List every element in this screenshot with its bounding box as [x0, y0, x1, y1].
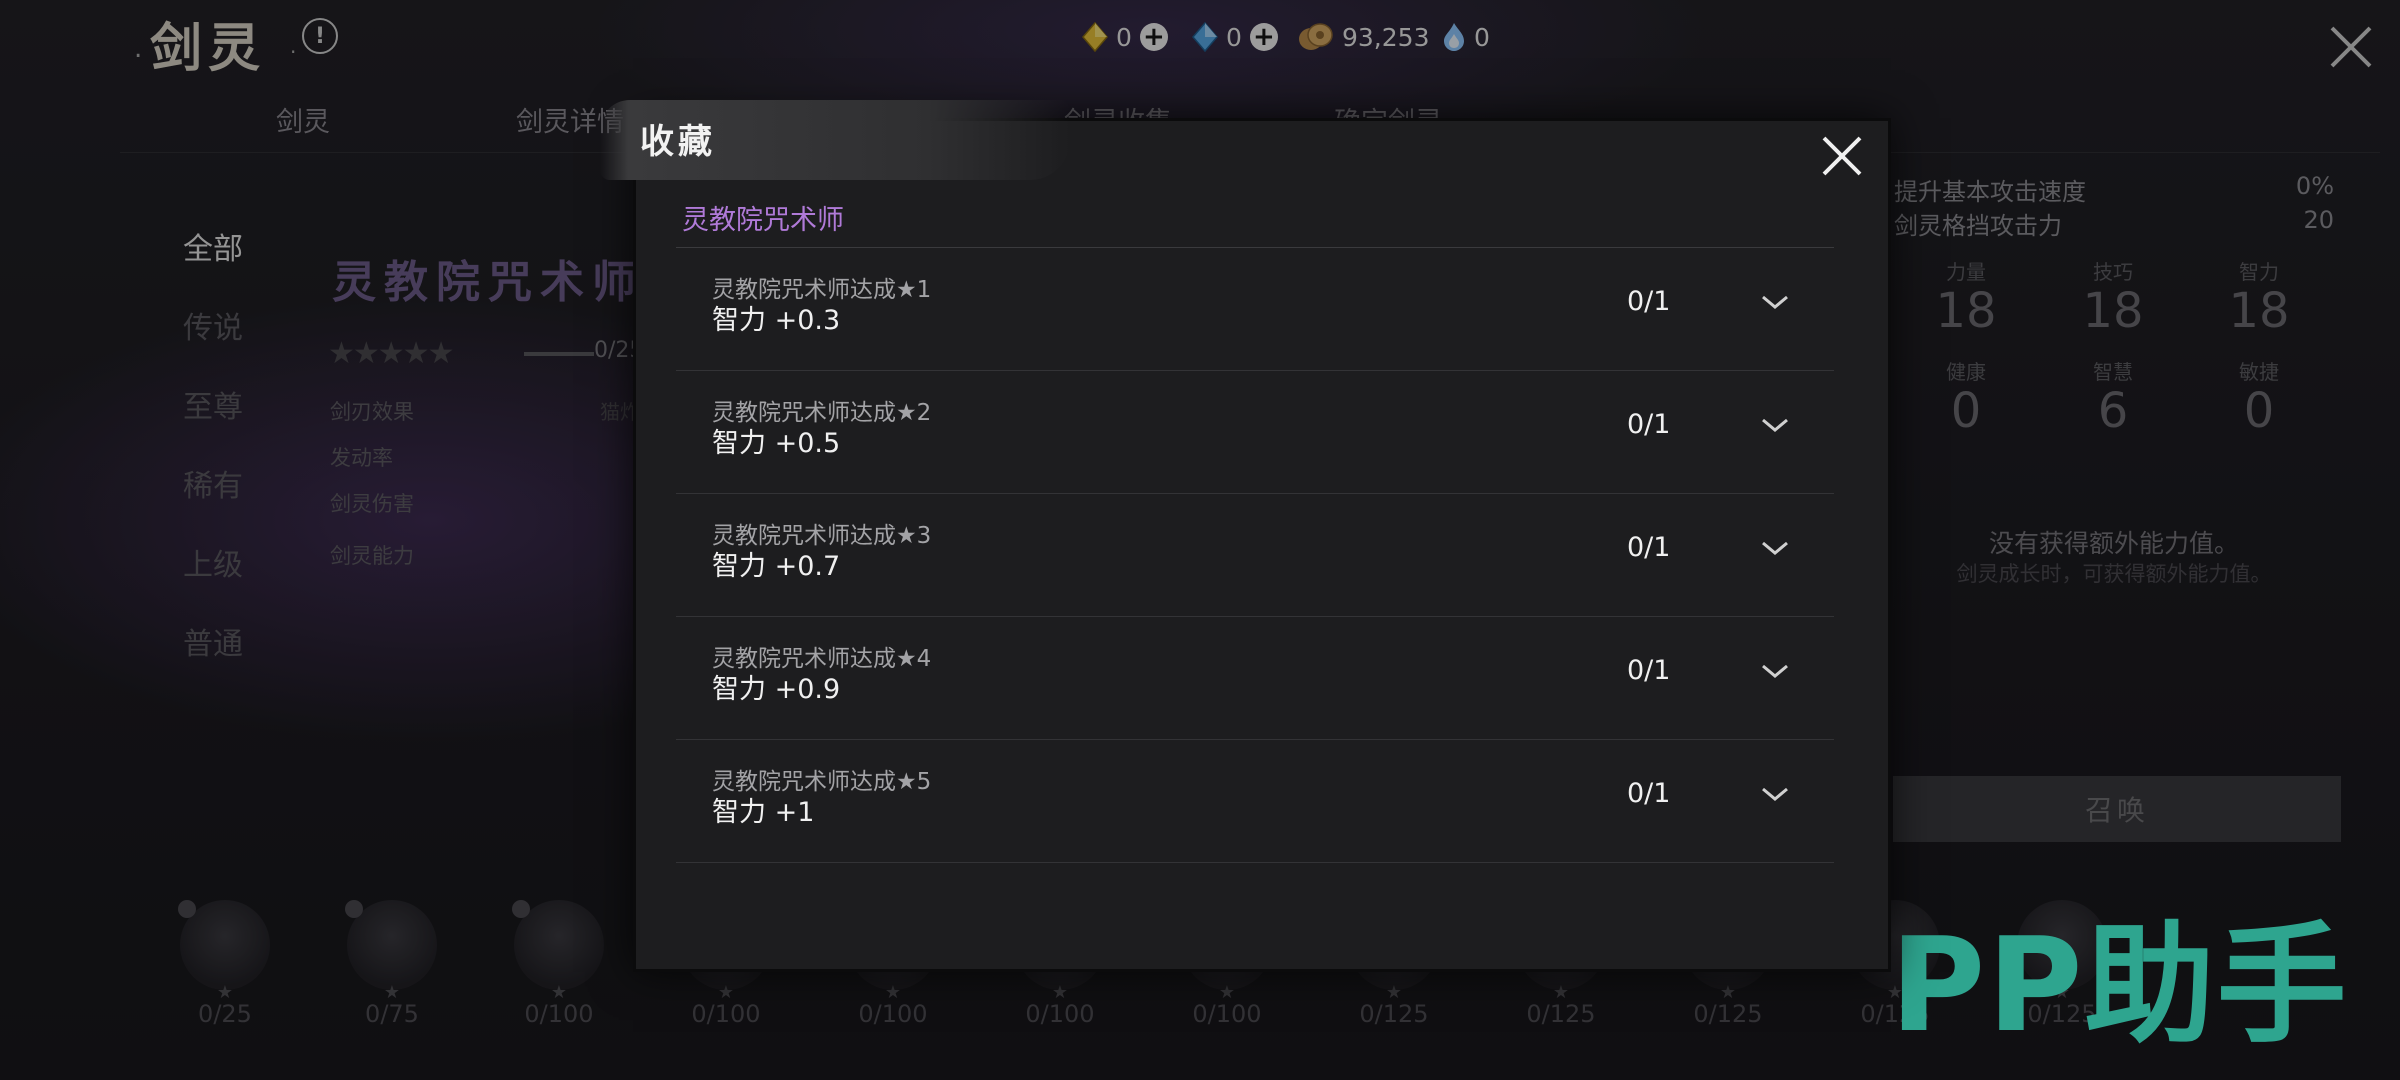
collection-row[interactable]: 灵教院咒术师达成★1 智力 +0.3 0/1	[676, 248, 1834, 371]
collection-row[interactable]: 灵教院咒术师达成★3 智力 +0.7 0/1	[676, 494, 1834, 617]
row-bonus: 智力 +0.5	[712, 428, 841, 459]
row-progress: 0/1	[1627, 778, 1671, 809]
collection-name: 灵教院咒术师	[682, 205, 844, 236]
row-bonus: 智力 +0.3	[712, 305, 841, 336]
chevron-down-icon[interactable]	[1760, 784, 1790, 804]
collection-row[interactable]: 灵教院咒术师达成★5 智力 +1 0/1	[676, 740, 1834, 863]
chevron-down-icon[interactable]	[1760, 292, 1790, 312]
row-progress: 0/1	[1627, 409, 1671, 440]
row-progress: 0/1	[1627, 532, 1671, 563]
chevron-down-icon[interactable]	[1760, 661, 1790, 681]
row-progress: 0/1	[1627, 286, 1671, 317]
collection-row[interactable]: 灵教院咒术师达成★4 智力 +0.9 0/1	[676, 617, 1834, 740]
watermark-logo: PP助手	[1890, 909, 2349, 1061]
modal-title: 收藏	[640, 122, 716, 162]
row-bonus: 智力 +0.7	[712, 551, 841, 582]
row-bonus: 智力 +1	[712, 797, 815, 828]
row-progress: 0/1	[1627, 655, 1671, 686]
collection-row[interactable]: 灵教院咒术师达成★2 智力 +0.5 0/1	[676, 371, 1834, 494]
close-icon[interactable]	[1818, 132, 1866, 180]
row-bonus: 智力 +0.9	[712, 674, 841, 705]
chevron-down-icon[interactable]	[1760, 538, 1790, 558]
chevron-down-icon[interactable]	[1760, 415, 1790, 435]
